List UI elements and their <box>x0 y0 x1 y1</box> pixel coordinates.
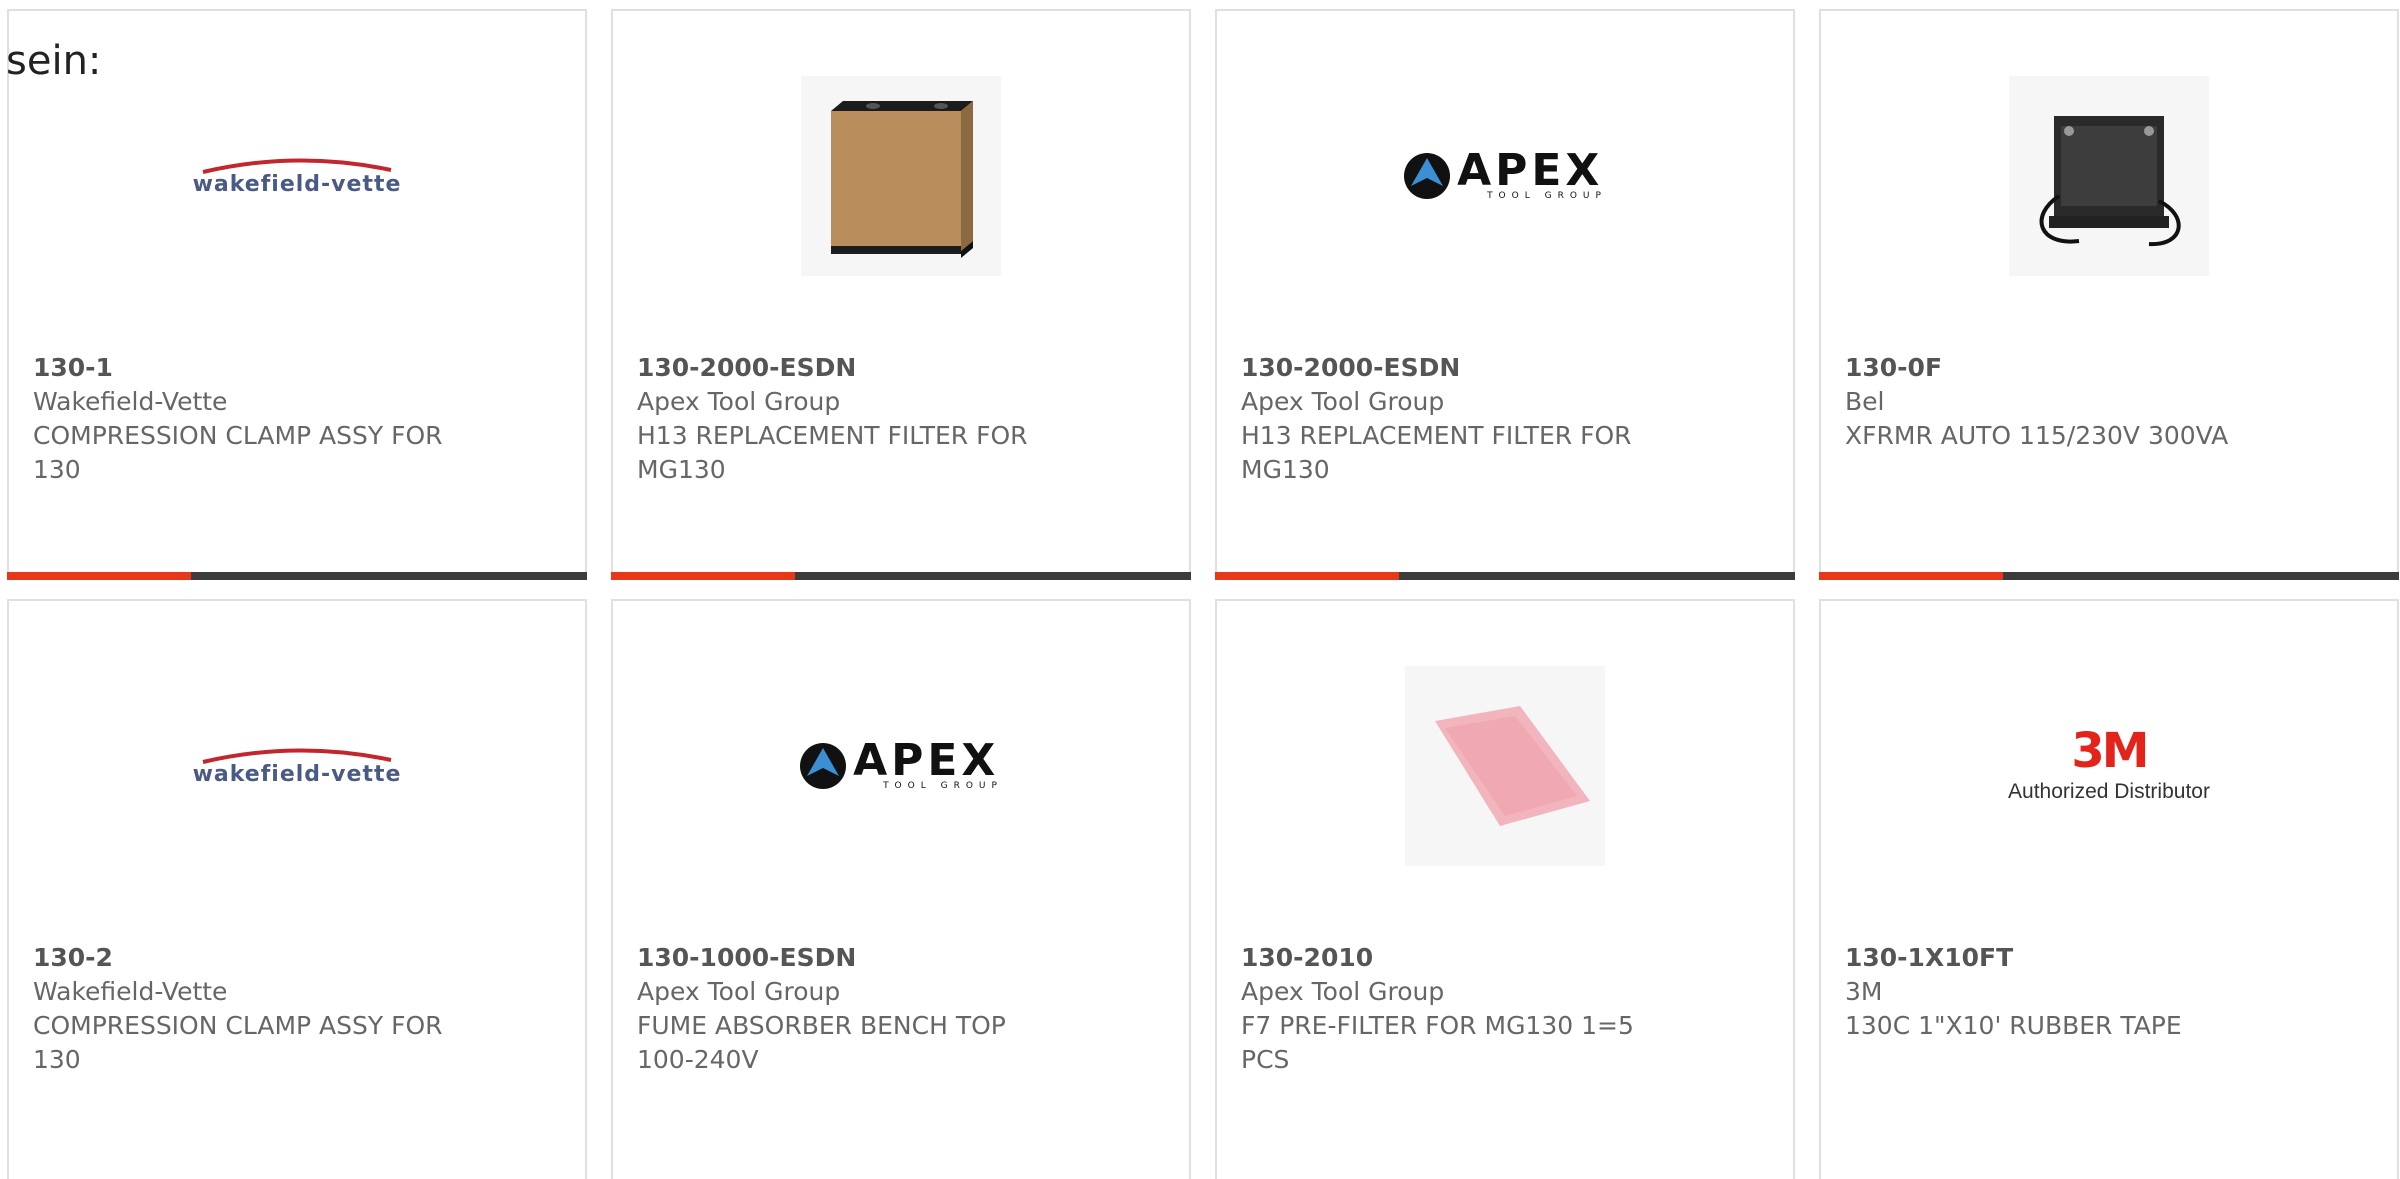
product-sku[interactable]: 130-2000-ESDN <box>637 351 1077 385</box>
prefix-text: sein: <box>6 38 102 84</box>
product-card[interactable]: APEX TOOL GROUP 130-2000-ESDN Apex Tool … <box>1215 9 1795 580</box>
product-card[interactable]: 130-2000-ESDN Apex Tool Group H13 REPLAC… <box>611 9 1191 580</box>
product-image[interactable]: APEX TOOL GROUP <box>1217 71 1793 281</box>
product-card[interactable]: wakefield-vette 130-2 Wakefield-Vette CO… <box>7 599 587 1179</box>
product-description-cont: 100-240V <box>637 1045 759 1074</box>
pink-filter-photo <box>1405 666 1605 866</box>
product-card[interactable]: 130-0F Bel XFRMR AUTO 115/230V 300VA <box>1819 9 2399 580</box>
apex-triangle-icon <box>1404 153 1451 199</box>
product-card[interactable]: APEX TOOL GROUP 130-1000-ESDN Apex Tool … <box>611 599 1191 1179</box>
product-sku[interactable]: 130-0F <box>1845 351 2285 385</box>
product-sku[interactable]: 130-2010 <box>1241 941 1681 975</box>
apex-triangle-icon <box>800 743 847 789</box>
product-sku[interactable]: 130-1000-ESDN <box>637 941 1077 975</box>
wakefield-vette-logo: wakefield-vette <box>193 746 402 787</box>
product-image[interactable]: APEX TOOL GROUP <box>613 661 1189 871</box>
product-sku[interactable]: 130-2 <box>33 941 473 975</box>
product-sku[interactable]: 130-2000-ESDN <box>1241 351 1681 385</box>
product-description: COMPRESSION CLAMP ASSY FOR <box>33 421 443 450</box>
product-manufacturer: Apex Tool Group <box>1241 977 1445 1006</box>
product-sku[interactable]: 130-1 <box>33 351 473 385</box>
product-description: XFRMR AUTO 115/230V 300VA <box>1845 421 2229 450</box>
product-image[interactable] <box>613 71 1189 281</box>
product-card[interactable]: wakefield-vette 130-1 Wakefield-Vette CO… <box>7 9 587 580</box>
product-description-cont: 130 <box>33 1045 81 1074</box>
product-description: H13 REPLACEMENT FILTER FOR <box>1241 421 1632 450</box>
transformer-photo <box>2009 76 2209 276</box>
product-description: COMPRESSION CLAMP ASSY FOR <box>33 1011 443 1040</box>
product-description: 130C 1"X10' RUBBER TAPE <box>1845 1011 2182 1040</box>
card-accent-bar <box>1819 572 2399 580</box>
product-image[interactable]: 3M Authorized Distributor <box>1821 661 2397 871</box>
product-card[interactable]: 130-2010 Apex Tool Group F7 PRE-FILTER F… <box>1215 599 1795 1179</box>
product-manufacturer: Bel <box>1845 387 1885 416</box>
product-description: H13 REPLACEMENT FILTER FOR <box>637 421 1028 450</box>
wakefield-vette-logo: wakefield-vette <box>193 156 402 197</box>
product-image[interactable]: wakefield-vette <box>9 661 585 871</box>
product-description-cont: 130 <box>33 455 81 484</box>
product-manufacturer: Wakefield-Vette <box>33 977 228 1006</box>
apex-logo: APEX TOOL GROUP <box>1403 149 1607 201</box>
product-manufacturer: Apex Tool Group <box>1241 387 1445 416</box>
3m-logo: 3M Authorized Distributor <box>2008 723 2210 803</box>
apex-logo: APEX TOOL GROUP <box>799 739 1003 791</box>
product-manufacturer: Apex Tool Group <box>637 387 841 416</box>
product-description-cont: MG130 <box>1241 455 1330 484</box>
product-manufacturer: Wakefield-Vette <box>33 387 228 416</box>
card-accent-bar <box>611 572 1191 580</box>
product-sku[interactable]: 130-1X10FT <box>1845 941 2285 975</box>
card-accent-bar <box>7 572 587 580</box>
product-image[interactable] <box>1217 661 1793 871</box>
product-description-cont: MG130 <box>637 455 726 484</box>
product-description: FUME ABSORBER BENCH TOP <box>637 1011 1006 1040</box>
product-image[interactable]: wakefield-vette <box>9 71 585 281</box>
product-manufacturer: 3M <box>1845 977 1883 1006</box>
product-description-cont: PCS <box>1241 1045 1290 1074</box>
product-manufacturer: Apex Tool Group <box>637 977 841 1006</box>
card-accent-bar <box>1215 572 1795 580</box>
product-card[interactable]: 3M Authorized Distributor 130-1X10FT 3M … <box>1819 599 2399 1179</box>
filter-box-photo <box>801 76 1001 276</box>
product-description: F7 PRE-FILTER FOR MG130 1=5 <box>1241 1011 1634 1040</box>
product-image[interactable] <box>1821 71 2397 281</box>
